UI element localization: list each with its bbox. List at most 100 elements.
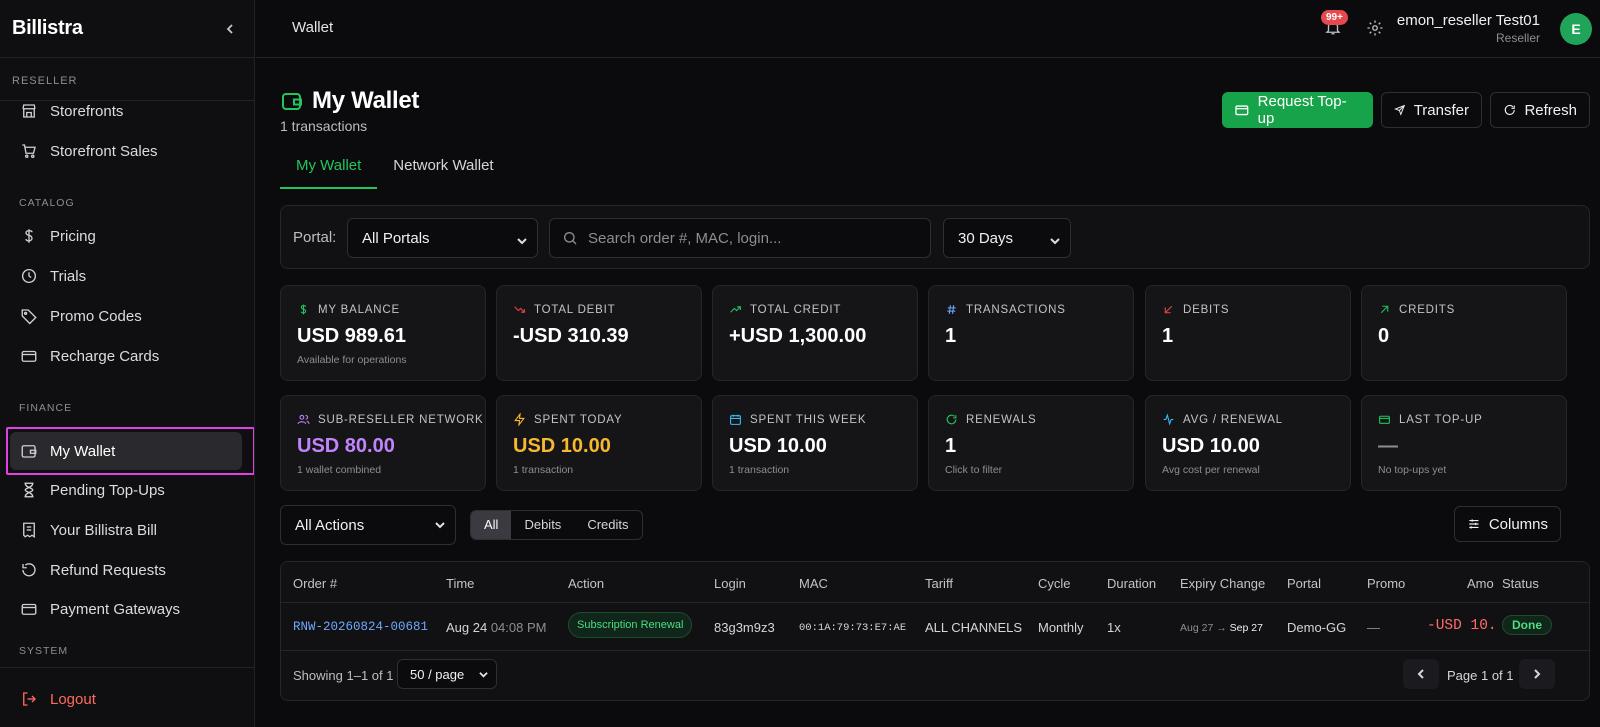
stat-value: USD 989.61 bbox=[297, 325, 406, 347]
chevron-left-icon bbox=[226, 23, 233, 34]
sidebar-item-billistra-bill[interactable]: Your Billistra Bill bbox=[10, 511, 242, 549]
trend-up-icon bbox=[730, 306, 741, 313]
sidebar-item-storefront-sales[interactable]: Storefront Sales bbox=[10, 132, 242, 170]
stat-caption: 1 transaction bbox=[729, 464, 790, 476]
topbar: Wallet 99+ emon_reseller Test01 Reseller… bbox=[256, 0, 1600, 58]
actions-filter-select[interactable]: All Actions bbox=[280, 505, 456, 545]
stat-card-header: TRANSACTIONS bbox=[945, 303, 1066, 316]
segment-debits[interactable]: Debits bbox=[511, 511, 574, 539]
stat-card: TRANSACTIONS 1 bbox=[928, 285, 1134, 381]
segment-all[interactable]: All bbox=[471, 511, 512, 539]
sidebar-item-label: Refund Requests bbox=[50, 561, 166, 579]
order-number-link[interactable]: RNW-20260824-00681 bbox=[293, 620, 428, 634]
logout-icon bbox=[23, 692, 36, 706]
column-header[interactable]: Login bbox=[714, 576, 746, 591]
stat-label: TOTAL DEBIT bbox=[534, 303, 616, 316]
user-name[interactable]: emon_reseller Test01 bbox=[1397, 12, 1540, 29]
search-box[interactable] bbox=[549, 218, 931, 258]
stat-label: TRANSACTIONS bbox=[966, 303, 1066, 316]
action-badge: Subscription Renewal bbox=[568, 612, 693, 638]
portal-select-value: All Portals bbox=[362, 229, 430, 247]
previous-page-button[interactable] bbox=[1403, 659, 1439, 689]
stat-card: SPENT THIS WEEK USD 10.00 1 transaction bbox=[712, 395, 918, 491]
date-range-select[interactable]: 30 Days bbox=[943, 218, 1071, 258]
tab-my-wallet[interactable]: My Wallet bbox=[280, 153, 378, 189]
search-input[interactable] bbox=[588, 229, 908, 247]
per-page-select[interactable]: 50 / page bbox=[397, 659, 497, 689]
sidebar-item-trials[interactable]: Trials bbox=[10, 257, 242, 295]
send-icon bbox=[1394, 104, 1406, 116]
column-header[interactable]: Expiry Change bbox=[1180, 576, 1265, 591]
request-top-up-button[interactable]: Request Top-up bbox=[1222, 92, 1373, 128]
column-header[interactable]: Order # bbox=[293, 576, 337, 591]
stat-value: 0 bbox=[1378, 325, 1390, 347]
portal-select[interactable]: All Portals bbox=[347, 218, 538, 258]
divider bbox=[281, 602, 1589, 603]
stat-label: SPENT THIS WEEK bbox=[750, 413, 867, 426]
sidebar-item-pricing[interactable]: Pricing bbox=[10, 217, 242, 255]
column-header[interactable]: Amo bbox=[1467, 576, 1494, 591]
stat-card-header: TOTAL CREDIT bbox=[729, 303, 841, 316]
column-header[interactable]: Action bbox=[568, 576, 604, 591]
arrow-right-icon: → bbox=[1216, 622, 1227, 634]
column-header[interactable]: Portal bbox=[1287, 576, 1321, 591]
sidebar-item-label: Recharge Cards bbox=[50, 347, 160, 365]
chevron-right-icon bbox=[1534, 669, 1541, 679]
bolt-icon bbox=[514, 413, 525, 426]
breadcrumb: Wallet bbox=[292, 19, 334, 36]
column-header[interactable]: MAC bbox=[799, 576, 828, 591]
stat-value: 1 bbox=[945, 325, 957, 347]
sidebar-item-pending-top-ups[interactable]: Pending Top-Ups bbox=[10, 471, 242, 509]
sidebar-item-promo-codes[interactable]: Promo Codes bbox=[10, 297, 242, 335]
card-icon bbox=[21, 603, 37, 615]
stat-card: LAST TOP-UP — No top-ups yet bbox=[1361, 395, 1567, 491]
stat-caption: 1 transaction bbox=[513, 464, 574, 476]
segment-credits[interactable]: Credits bbox=[574, 511, 641, 539]
stat-label: SPENT TODAY bbox=[534, 413, 623, 426]
column-header[interactable]: Time bbox=[446, 576, 474, 591]
expiry-from: Aug 27 bbox=[1180, 622, 1214, 634]
settings-button[interactable] bbox=[1366, 19, 1384, 37]
stat-card[interactable]: RENEWALS 1 Click to filter bbox=[928, 395, 1134, 491]
cart-icon bbox=[22, 144, 36, 159]
stat-card: DEBITS 1 bbox=[1145, 285, 1351, 381]
per-page-value: 50 / page bbox=[410, 666, 465, 682]
stat-caption: Click to filter bbox=[945, 464, 1003, 476]
collapse-sidebar-button[interactable] bbox=[218, 17, 242, 41]
clock-icon bbox=[21, 268, 37, 284]
column-header[interactable]: Cycle bbox=[1038, 576, 1071, 591]
stat-card-header: LAST TOP-UP bbox=[1378, 413, 1483, 426]
sliders-icon bbox=[1469, 519, 1479, 529]
columns-label: Columns bbox=[1488, 515, 1548, 533]
column-header[interactable]: Promo bbox=[1367, 576, 1405, 591]
logout-label: Logout bbox=[50, 690, 96, 708]
sidebar-item-refund-requests[interactable]: Refund Requests bbox=[10, 551, 242, 589]
column-header[interactable]: Tariff bbox=[925, 576, 953, 591]
app-root: Billistra RESELLER Storefronts Storefron… bbox=[0, 0, 1600, 727]
stat-value: USD 10.00 bbox=[513, 435, 611, 457]
avatar[interactable]: E bbox=[1560, 13, 1592, 45]
stat-label: DEBITS bbox=[1183, 303, 1230, 316]
refresh-button[interactable]: Refresh bbox=[1490, 92, 1590, 128]
sidebar-item-recharge-cards[interactable]: Recharge Cards bbox=[10, 337, 242, 375]
sidebar-item-payment-gateways[interactable]: Payment Gateways bbox=[10, 590, 242, 628]
next-page-button[interactable] bbox=[1519, 659, 1555, 689]
stat-card: SUB-RESELLER NETWORK USD 80.00 1 wallet co… bbox=[280, 395, 486, 491]
showing-count: Showing 1–1 of 1 bbox=[293, 668, 394, 683]
stat-card: SPENT TODAY USD 10.00 1 transaction bbox=[496, 395, 702, 491]
sidebar-item-label: Promo Codes bbox=[50, 307, 142, 325]
arrow-down-left-icon bbox=[1164, 305, 1173, 314]
columns-button[interactable]: Columns bbox=[1454, 506, 1561, 542]
sidebar-item-label: Payment Gateways bbox=[50, 600, 181, 618]
logout-button[interactable]: Logout bbox=[10, 680, 242, 718]
column-header[interactable]: Duration bbox=[1107, 576, 1156, 591]
actions-filter-value: All Actions bbox=[295, 516, 365, 534]
sidebar-item-label: Trials bbox=[50, 267, 87, 285]
tab-network-wallet[interactable]: Network Wallet bbox=[377, 153, 509, 189]
sidebar-item-storefronts[interactable]: Storefronts bbox=[10, 92, 242, 130]
chevron-down-icon bbox=[1050, 233, 1060, 245]
transfer-button[interactable]: Transfer bbox=[1381, 92, 1482, 128]
transfer-label: Transfer bbox=[1413, 101, 1469, 119]
wallet-tabs: My Wallet Network Wallet bbox=[280, 153, 510, 189]
column-header[interactable]: Status bbox=[1502, 576, 1539, 591]
